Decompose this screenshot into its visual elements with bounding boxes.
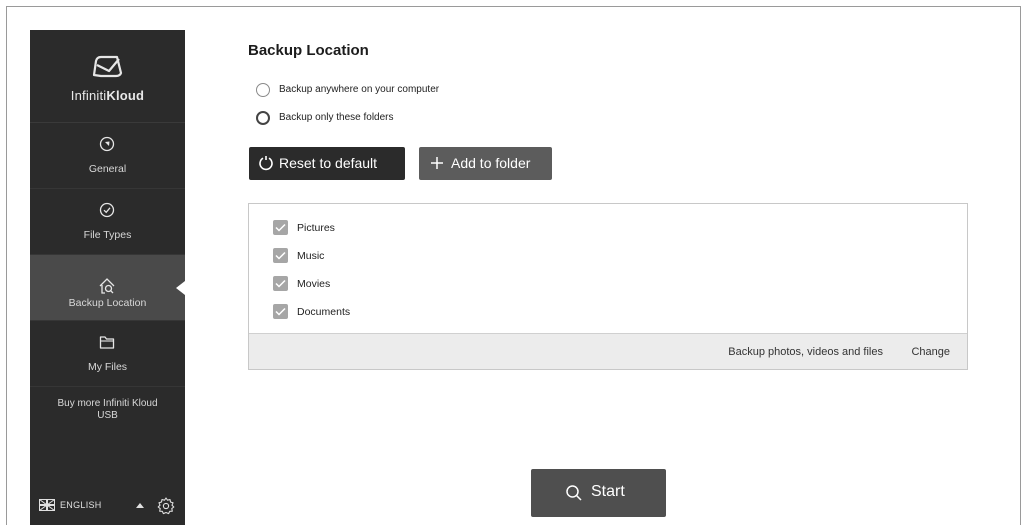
- start-button-label: Start: [591, 483, 625, 500]
- radio-button[interactable]: [256, 111, 270, 125]
- sidebar-item-label: My Files: [87, 361, 128, 373]
- sidebar-item-label: General: [88, 163, 127, 175]
- folder-label: Pictures: [297, 222, 335, 234]
- checkmark-icon: [275, 307, 286, 316]
- sidebar-item-my-files[interactable]: My Files: [30, 321, 185, 387]
- plus-icon: [431, 157, 443, 169]
- language-label[interactable]: ENGLISH: [60, 500, 102, 510]
- sidebar-item-label: Backup Location: [68, 297, 147, 309]
- gear-icon[interactable]: [156, 496, 176, 516]
- checkmark-icon: [275, 251, 286, 260]
- sidebar-item-backup-location[interactable]: Backup Location: [30, 255, 185, 321]
- sidebar-item-general[interactable]: General: [30, 123, 185, 189]
- checkbox[interactable]: [273, 304, 288, 319]
- radio-label: Backup anywhere on your computer: [279, 84, 440, 95]
- radio-button[interactable]: [256, 83, 270, 97]
- checkmark-icon: [275, 223, 286, 232]
- radio-label: Backup only these folders: [279, 112, 394, 123]
- folder-label: Documents: [297, 306, 351, 318]
- sidebar-item-label: File Types: [83, 229, 132, 241]
- add-to-folder-button[interactable]: Add to folder: [419, 147, 552, 180]
- checkmark-icon: [275, 279, 286, 288]
- add-button-label: Add to folder: [451, 155, 531, 171]
- reset-button-label: Reset to default: [279, 155, 378, 171]
- footer-description: Backup photos, videos and files: [728, 346, 883, 358]
- uk-flag-icon: [39, 499, 55, 511]
- brand-name: InfinitiKloud: [30, 88, 185, 103]
- folder-label: Movies: [297, 278, 331, 290]
- language-selector: ENGLISH: [39, 496, 179, 516]
- logo-icon: [92, 55, 123, 78]
- reset-icon: [259, 156, 273, 171]
- caret-up-icon[interactable]: [136, 503, 144, 508]
- start-button[interactable]: Start: [531, 469, 666, 517]
- sidebar-item-file-types[interactable]: File Types: [30, 189, 185, 255]
- change-link[interactable]: Change: [911, 346, 950, 358]
- check-circle-icon: [99, 202, 115, 218]
- checkbox[interactable]: [273, 248, 288, 263]
- page-title: Backup Location: [248, 42, 369, 59]
- checkbox[interactable]: [273, 276, 288, 291]
- reset-to-default-button[interactable]: Reset to default: [249, 147, 405, 180]
- home-search-icon: [99, 278, 115, 294]
- checkbox[interactable]: [273, 220, 288, 235]
- sidebar: InfinitiKloud General File Types Backup …: [30, 30, 185, 525]
- logo: InfinitiKloud: [30, 30, 185, 123]
- folder-label: Music: [297, 250, 325, 262]
- brand-name-light: Infiniti: [70, 88, 107, 103]
- buy-more-link[interactable]: Buy more Infiniti Kloud USB: [50, 398, 165, 422]
- folder-list-panel: Pictures Music Movies Documents Backup p…: [248, 203, 968, 370]
- search-icon: [566, 485, 582, 501]
- compass-icon: [99, 136, 115, 152]
- folder-icon: [99, 336, 115, 349]
- folder-panel-footer: Backup photos, videos and files Change: [249, 333, 967, 369]
- brand-name-bold: Kloud: [106, 88, 145, 103]
